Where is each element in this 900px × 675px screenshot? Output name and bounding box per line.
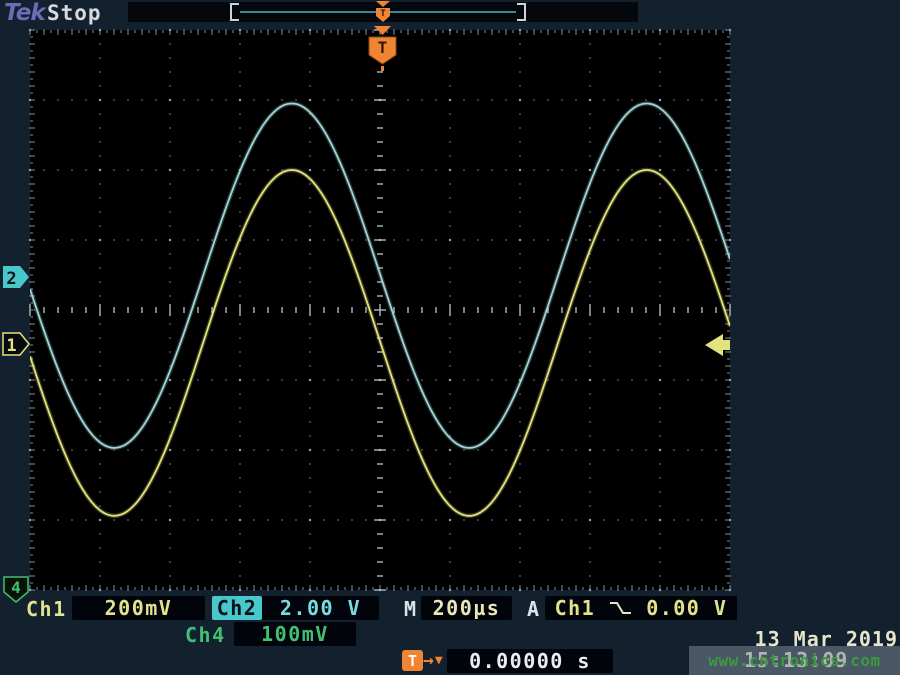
trigger-position-cluster: T → ▼ [402, 650, 443, 671]
trigger-position-value: 0.00000 s [469, 649, 591, 673]
ch1-scale-value: 200mV [105, 596, 173, 620]
trigger-position-readout: 0.00000 s [447, 649, 613, 673]
trigger-t-icon: T [402, 650, 423, 671]
trigger-readout: Ch1 0.00 V [545, 596, 737, 620]
timebase-value: 200µs [433, 596, 501, 620]
ch2-selected-tab[interactable]: Ch2 [212, 596, 262, 620]
falling-edge-slope-icon [609, 600, 632, 616]
ch4-scale-value: 100mV [261, 622, 329, 646]
scope-graphics: T T 2 1 4 [0, 0, 900, 675]
trigger-t-glyph: T [408, 652, 417, 670]
trigger-level-value: 0.00 V [646, 596, 727, 620]
timebase-readout: 200µs [421, 596, 512, 620]
ch2-position-marker[interactable]: 2 [3, 266, 29, 289]
ch2-marker-label: 2 [6, 269, 16, 289]
trigger-mode-label: A [527, 597, 541, 621]
tek-logo: Tek [4, 0, 45, 26]
watermark-banner: www.cntronics.com [689, 646, 900, 675]
record-trigger-marker-label: T [380, 9, 386, 19]
triangle-down-icon: ▼ [435, 650, 443, 671]
ch1-marker-label: 1 [6, 336, 16, 356]
ch1-label: Ch1 [26, 597, 67, 621]
ch4-scale-readout: 100mV [234, 622, 356, 646]
ch4-position-marker[interactable]: 4 [4, 577, 28, 602]
trigger-position-marker-label: T [378, 38, 388, 57]
timebase-label: M [404, 597, 418, 621]
ch2-label: Ch2 [217, 596, 258, 620]
ch4-label: Ch4 [185, 623, 226, 647]
ch2-scale-readout: 2.00 V [262, 596, 379, 620]
record-view-bar: T [128, 1, 638, 22]
watermark-text: www.cntronics.com [708, 651, 880, 670]
ch4-marker-label: 4 [11, 578, 21, 597]
arrow-right-icon: → [423, 650, 434, 671]
oscilloscope-screen: T T 2 1 4 Tek Stop Ch1 [0, 0, 900, 675]
ch2-scale-value: 2.00 V [280, 596, 361, 620]
ch1-scale-readout: 200mV [72, 596, 205, 620]
ch1-position-marker[interactable]: 1 [3, 333, 29, 356]
acquisition-state: Stop [47, 1, 102, 25]
trigger-source: Ch1 [555, 596, 596, 620]
